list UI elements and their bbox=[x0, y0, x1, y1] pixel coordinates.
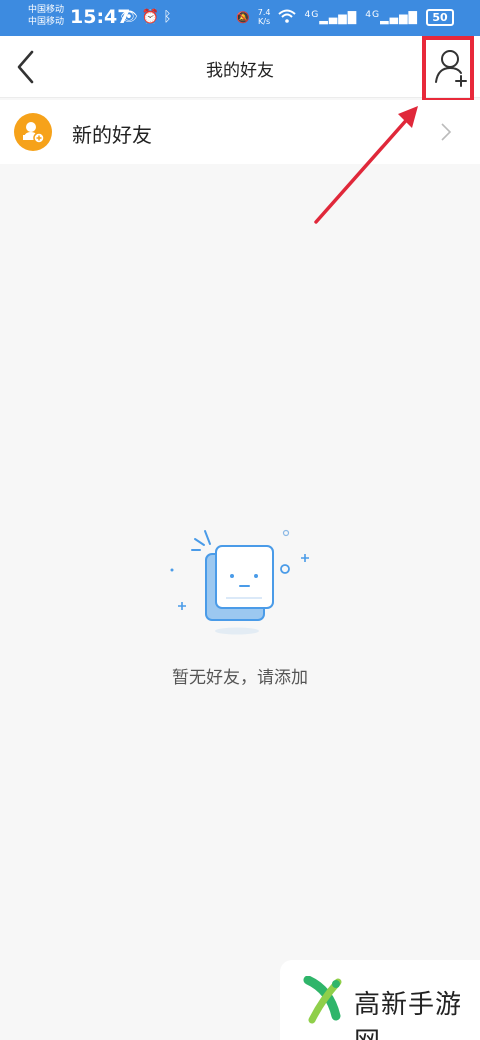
signal-2: 4G▂▄▆█ bbox=[365, 9, 418, 25]
carrier-2: 中国移动 bbox=[28, 17, 65, 27]
network-type-1: 4G bbox=[304, 9, 320, 21]
empty-friends-illustration bbox=[170, 529, 309, 635]
carrier-1: 中国移动 bbox=[28, 5, 65, 15]
carrier-info: 中国移动 中国移动 bbox=[28, 4, 64, 28]
annotation-arrow bbox=[314, 106, 418, 224]
mute-bell-icon: 🔕 bbox=[236, 10, 250, 24]
status-icons: 👁⏰ᛒ bbox=[120, 9, 176, 25]
page-title: 我的好友 bbox=[206, 61, 274, 81]
status-bar: 中国移动 中国移动 15:47 👁⏰ᛒ 🔕 7.4 K/s 4G▂▄▆█ 4G▂… bbox=[0, 0, 480, 36]
battery-icon: 50 bbox=[426, 8, 454, 26]
speed-unit: K/s bbox=[258, 17, 271, 26]
watermark: 高新手游网 bbox=[280, 960, 480, 1040]
speed-value: 7.4 bbox=[257, 8, 271, 17]
new-friends-icon bbox=[14, 113, 52, 151]
bluetooth-icon: ᛒ bbox=[163, 9, 176, 25]
signal-1: 4G▂▄▆█ bbox=[304, 9, 358, 25]
chevron-right-icon bbox=[441, 123, 452, 141]
watermark-logo-icon bbox=[303, 976, 342, 1024]
add-user-icon bbox=[435, 50, 467, 87]
add-friend-button[interactable] bbox=[432, 46, 470, 88]
network-speed: 7.4 K/s bbox=[258, 8, 271, 26]
network-type-2: 4G bbox=[365, 9, 381, 21]
wifi-icon bbox=[278, 9, 297, 26]
header: 我的好友 bbox=[0, 36, 480, 102]
watermark-text: 高新手游网 bbox=[354, 990, 463, 1040]
empty-state-text: 暂无好友，请添加 bbox=[172, 668, 308, 688]
eye-icon: 👁 bbox=[120, 9, 142, 25]
new-friends-label: 新的好友 bbox=[72, 123, 152, 147]
status-right: 🔕 7.4 K/s 4G▂▄▆█ 4G▂▄▆█ 50 bbox=[236, 8, 454, 26]
alarm-icon: ⏰ bbox=[141, 9, 164, 25]
